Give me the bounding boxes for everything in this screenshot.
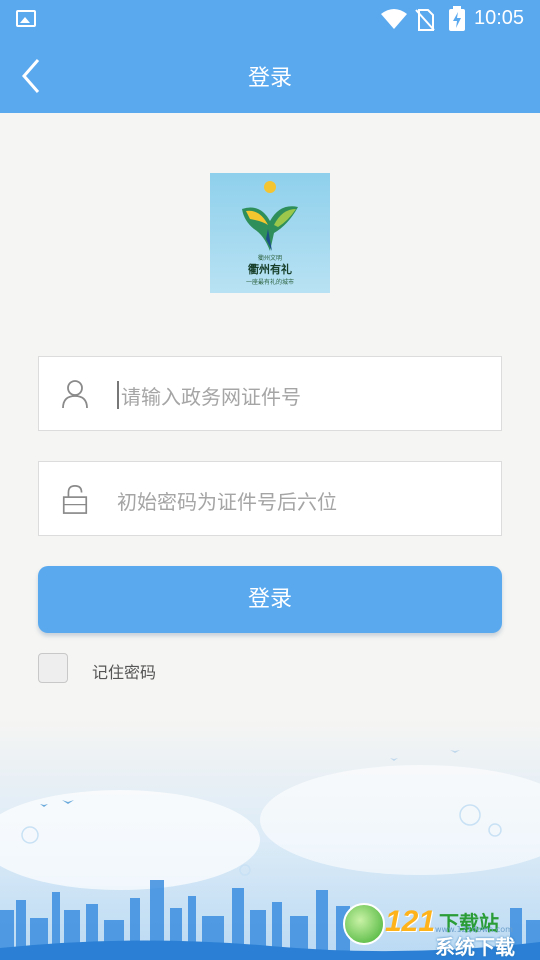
gallery-notification-icon	[16, 10, 36, 27]
username-field[interactable]: 请输入政务网证件号	[38, 356, 502, 431]
login-button[interactable]: 登录	[38, 566, 502, 633]
no-sim-icon	[415, 9, 435, 31]
site-watermark: 121 下载站 www.121down.com 系统下载	[343, 903, 533, 959]
logo-sun-icon	[264, 181, 276, 193]
app-logo: 衢州文明 衢州有礼 一座最有礼的城市	[210, 173, 330, 293]
app-bar: 登录	[0, 38, 540, 113]
remember-password-label: 记住密码	[92, 663, 157, 682]
password-placeholder: 初始密码为证件号后六位	[117, 490, 337, 514]
wifi-icon	[381, 9, 407, 29]
logo-brand-text: 衢州有礼	[248, 263, 292, 276]
password-field[interactable]: 初始密码为证件号后六位	[38, 461, 502, 536]
page-title: 登录	[247, 66, 292, 91]
watermark-text-bottom: 系统下载	[435, 935, 515, 959]
user-icon	[62, 380, 88, 409]
watermark-globe-icon	[343, 903, 385, 945]
text-cursor	[117, 381, 119, 409]
remember-password-checkbox[interactable]	[38, 653, 68, 683]
logo-slogan: 一座最有礼的城市	[245, 279, 294, 286]
status-time: 10:05	[474, 7, 525, 29]
logo-hands-emblem-icon	[242, 206, 298, 251]
status-bar: 10:05	[0, 0, 540, 38]
lock-icon	[62, 485, 88, 514]
watermark-number: 121	[385, 905, 436, 938]
username-placeholder: 请输入政务网证件号	[121, 385, 301, 409]
battery-charging-icon	[449, 6, 465, 31]
